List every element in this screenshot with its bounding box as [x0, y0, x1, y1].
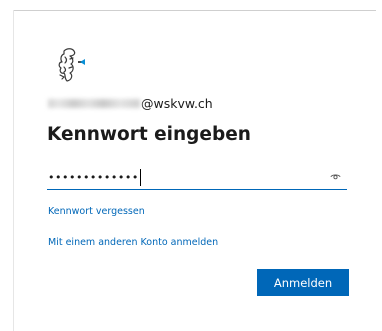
text-cursor	[139, 168, 141, 186]
password-value: •••••••••••••	[48, 170, 139, 184]
other-account-link[interactable]: Mit einem anderen Konto anmelden	[48, 237, 218, 248]
signed-in-identity: @wskvw.ch	[48, 93, 213, 113]
forgot-password-link[interactable]: Kennwort vergessen	[48, 206, 145, 217]
email-domain: @wskvw.ch	[141, 95, 213, 111]
password-field[interactable]: •••••••••••••	[47, 165, 347, 190]
signin-button[interactable]: Anmelden	[257, 269, 349, 296]
page-title: Kennwort eingeben	[47, 124, 251, 145]
eye-icon[interactable]	[330, 171, 341, 181]
organization-logo-icon	[58, 48, 85, 82]
redacted-username	[48, 98, 140, 108]
